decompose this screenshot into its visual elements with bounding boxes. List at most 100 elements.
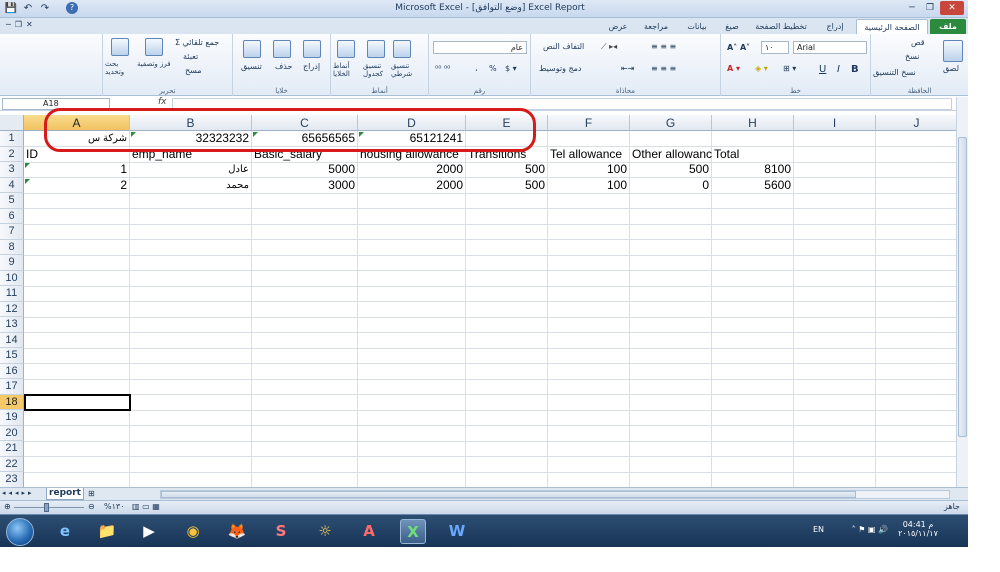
number-format-combo[interactable]: عام [433, 41, 527, 54]
select-all-corner[interactable] [0, 115, 24, 131]
minimize-button[interactable]: ─ [904, 1, 920, 15]
row-header-8[interactable]: 8 [0, 239, 24, 255]
sort-filter-icon[interactable] [145, 38, 163, 56]
column-header-G[interactable]: G [630, 115, 712, 131]
row-header-23[interactable]: 23 [0, 472, 24, 487]
copy-button[interactable]: نسخ [905, 52, 920, 61]
cell-F2[interactable]: Tel allowance [548, 147, 622, 162]
format-table-button[interactable]: تنسيق كجدول [363, 62, 393, 78]
percent-button[interactable]: % [489, 64, 497, 73]
row-header-13[interactable]: 13 [0, 317, 24, 333]
insert-cells-icon[interactable] [303, 40, 321, 58]
tab-file[interactable]: ملف [930, 19, 966, 34]
tab-review[interactable]: مراجعة [636, 19, 676, 34]
row-header-14[interactable]: 14 [0, 332, 24, 348]
conditional-format-button[interactable]: تنسيق شرطي [391, 62, 427, 78]
cell-A3[interactable]: 1 [24, 162, 130, 177]
tab-view[interactable]: عرض [604, 19, 632, 34]
autosum-button[interactable]: Σ جمع تلقائي [175, 38, 219, 47]
decimal-icon[interactable]: ⁰⁰ ⁰⁰ [435, 64, 450, 73]
close-button[interactable]: ✕ [940, 1, 964, 15]
cut-button[interactable]: قص [911, 38, 925, 47]
zoom-in-icon[interactable]: ⊖ [88, 502, 95, 511]
row-header-12[interactable]: 12 [0, 301, 24, 317]
delete-button[interactable]: حذف [275, 62, 292, 71]
row-header-7[interactable]: 7 [0, 224, 24, 240]
cell-H4[interactable]: 5600 [712, 178, 794, 193]
align-left-icon[interactable]: ≡ ≡ ≡ [651, 64, 676, 73]
row-header-20[interactable]: 20 [0, 425, 24, 441]
vertical-scroll-thumb[interactable] [958, 137, 967, 437]
row-header-18[interactable]: 18 [0, 394, 24, 410]
indent-icon[interactable]: ⇤⇥ [621, 64, 634, 73]
cell-A4[interactable]: 2 [24, 178, 130, 193]
fill-button[interactable]: تعبئة [183, 52, 198, 61]
media-player-icon[interactable]: ▶ [136, 519, 162, 544]
sheet-nav-icon[interactable]: ◂◂◂▸▸ [2, 489, 35, 497]
row-header-2[interactable]: 2 [0, 146, 24, 162]
access-icon[interactable]: A [356, 519, 382, 544]
sort-filter-button[interactable]: فرز وتصفية [137, 60, 171, 68]
clear-button[interactable]: مسح [185, 66, 202, 75]
cell-C3[interactable]: 5000 [252, 162, 358, 177]
cell-G2[interactable]: Other allowance [630, 147, 712, 162]
comma-button[interactable]: ، [475, 64, 478, 73]
column-header-I[interactable]: I [794, 115, 876, 131]
row-header-17[interactable]: 17 [0, 379, 24, 395]
bold-button[interactable]: B [851, 64, 859, 75]
active-cell[interactable] [24, 394, 131, 411]
row-header-11[interactable]: 11 [0, 286, 24, 302]
borders-icon[interactable]: ⊞ ▾ [783, 64, 796, 73]
cell-styles-icon[interactable] [337, 40, 355, 58]
table-format-icon[interactable] [367, 40, 385, 58]
tray-icons[interactable]: ˄ ⚑ ▣ 🔊 [852, 525, 888, 534]
fx-icon[interactable]: fx [158, 97, 167, 107]
app-icon[interactable]: S [268, 519, 294, 544]
format-cells-icon[interactable] [243, 40, 261, 58]
cell-E4[interactable]: 500 [466, 178, 548, 193]
workbook-close-icon[interactable]: ✕ [26, 20, 33, 29]
tab-insert[interactable]: إدراج [818, 19, 852, 34]
cell-B4[interactable]: محمد [130, 178, 252, 193]
zoom-level[interactable]: %١٣٠ [104, 502, 125, 511]
orientation-icon[interactable]: ⟋ ▸◂ [601, 42, 617, 52]
cell-F4[interactable]: 100 [548, 178, 630, 193]
row-header-16[interactable]: 16 [0, 363, 24, 379]
redo-icon[interactable]: ↷ [38, 2, 52, 16]
wrap-text-button[interactable]: التفاف النص [543, 42, 584, 51]
row-header-19[interactable]: 19 [0, 410, 24, 426]
horizontal-scroll-thumb[interactable] [161, 491, 856, 498]
insert-sheet-icon[interactable]: ⊞ [88, 489, 95, 498]
firefox-icon[interactable]: 🦊 [224, 519, 250, 544]
delete-cells-icon[interactable] [273, 40, 291, 58]
cell-G4[interactable]: 0 [630, 178, 712, 193]
cell-D4[interactable]: 2000 [358, 178, 466, 193]
column-header-H[interactable]: H [712, 115, 794, 131]
clock[interactable]: 04:41 م ٢٠١٥/١١/١٧ [896, 520, 940, 538]
row-header-4[interactable]: 4 [0, 177, 24, 193]
cell-D3[interactable]: 2000 [358, 162, 466, 177]
horizontal-scrollbar[interactable] [160, 490, 950, 499]
insert-button[interactable]: إدراج [303, 62, 320, 71]
italic-button[interactable]: I [837, 64, 840, 75]
cell-A2[interactable]: ID [24, 147, 38, 162]
workbook-restore-icon[interactable]: ❐ [15, 20, 22, 29]
grow-font-icon[interactable]: A˄ A˅ [727, 43, 750, 52]
row-header-9[interactable]: 9 [0, 255, 24, 271]
tab-page-layout[interactable]: تخطيط الصفحة [748, 19, 814, 34]
cell-styles-button[interactable]: أنماط الخلايا [333, 62, 363, 78]
currency-icon[interactable]: $ ▾ [505, 64, 517, 73]
paint-icon[interactable]: ☼ [312, 519, 338, 544]
zoom-slider[interactable] [14, 507, 84, 508]
merge-center-button[interactable]: دمج وتوسيط [539, 64, 582, 73]
row-header-1[interactable]: 1 [0, 131, 24, 147]
tab-data[interactable]: بيانات [680, 19, 714, 34]
ie-icon[interactable]: e [52, 519, 78, 544]
column-header-J[interactable]: J [876, 115, 956, 131]
word-icon[interactable]: W [444, 519, 470, 544]
font-name-combo[interactable]: Arial [793, 41, 867, 54]
row-header-10[interactable]: 10 [0, 270, 24, 286]
row-header-6[interactable]: 6 [0, 208, 24, 224]
language-indicator[interactable]: EN [813, 525, 824, 534]
cell-H3[interactable]: 8100 [712, 162, 794, 177]
